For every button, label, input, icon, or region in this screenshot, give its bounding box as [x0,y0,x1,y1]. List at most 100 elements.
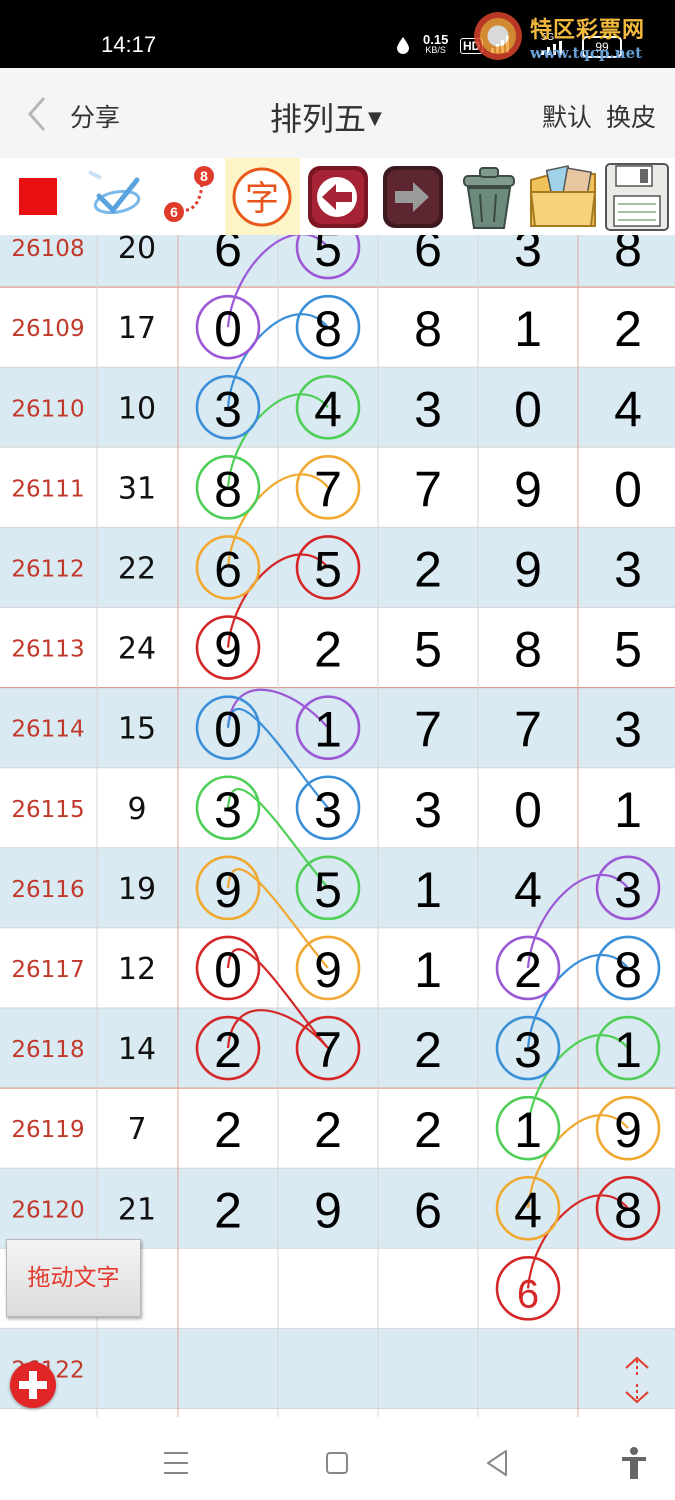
drawing-toolbar: 6 8 字 [0,158,675,236]
red-square-tool[interactable] [0,158,75,235]
digit-cell[interactable]: 6 [414,1182,442,1238]
digit-cell[interactable]: 6 [517,1272,539,1316]
digit-cell[interactable]: 9 [614,1102,642,1158]
digit-cell[interactable]: 3 [514,1022,542,1078]
digit-cell[interactable]: 3 [414,381,442,437]
digit-cell[interactable]: 9 [514,461,542,517]
digit-cell[interactable]: 7 [314,461,342,517]
recent-apps-button[interactable] [156,1443,196,1483]
sum-value: 31 [118,471,156,506]
digit-cell[interactable]: 0 [514,782,542,838]
sum-value: 15 [118,712,156,747]
digit-cell[interactable]: 4 [614,381,642,437]
digit-cell[interactable]: 1 [414,862,442,918]
home-button[interactable] [317,1443,357,1483]
digit-cell[interactable]: 3 [614,862,642,918]
digit-cell[interactable]: 9 [214,862,242,918]
digit-cell[interactable]: 0 [214,942,242,998]
digit-cell[interactable]: 5 [314,235,342,277]
digit-cell[interactable]: 0 [214,301,242,357]
digit-cell[interactable]: 9 [514,541,542,597]
digit-cell[interactable]: 2 [214,1022,242,1078]
save-tool[interactable] [600,158,675,235]
digit-cell[interactable]: 2 [214,1102,242,1158]
lottery-type-selector[interactable]: 排列五 ▼ [270,94,382,140]
digit-cell[interactable]: 6 [414,235,442,277]
digit-cell[interactable]: 1 [614,782,642,838]
gallery-tool[interactable] [525,158,600,235]
undo-tool[interactable] [300,158,375,235]
redo-tool[interactable] [375,158,450,235]
digit-cell[interactable]: 2 [314,622,342,678]
digit-cell[interactable]: 2 [414,1102,442,1158]
digit-cell[interactable]: 1 [514,301,542,357]
digit-cell[interactable]: 1 [314,702,342,758]
digit-cell[interactable]: 3 [314,782,342,838]
digit-cell[interactable]: 4 [514,1182,542,1238]
digit-cell[interactable]: 6 [214,235,242,277]
digit-cell[interactable]: 2 [614,301,642,357]
digit-cell[interactable]: 2 [514,942,542,998]
digit-cell[interactable]: 5 [314,862,342,918]
expand-collapse-button[interactable] [620,1354,654,1406]
back-button[interactable] [22,94,52,134]
digit-cell[interactable]: 1 [414,942,442,998]
digit-cell[interactable]: 5 [614,622,642,678]
digit-cell[interactable]: 7 [414,461,442,517]
network-speed-unit: KB/S [425,45,446,55]
accessibility-button[interactable] [614,1443,654,1483]
digit-cell[interactable]: 1 [614,1022,642,1078]
digit-cell[interactable]: 8 [414,301,442,357]
digit-cell[interactable]: 8 [214,461,242,517]
digit-cell[interactable]: 9 [214,622,242,678]
digit-cell[interactable]: 3 [214,782,242,838]
digit-cell[interactable]: 5 [414,622,442,678]
digit-cell[interactable]: 8 [314,301,342,357]
issue-number: 26112 [11,556,84,582]
skin-button[interactable]: 换皮 [606,98,656,134]
digit-cell[interactable]: 8 [614,235,642,277]
digit-cell[interactable]: 7 [414,702,442,758]
status-time: 14:17 [101,32,157,57]
issue-number: 26113 [11,637,84,663]
connect-num-b: 8 [200,168,208,184]
digit-cell[interactable]: 9 [314,942,342,998]
digit-cell[interactable]: 2 [414,541,442,597]
digit-cell[interactable]: 3 [614,702,642,758]
digit-cell[interactable]: 1 [514,1102,542,1158]
digit-cell[interactable]: 3 [614,541,642,597]
add-button[interactable] [10,1362,56,1408]
app-header: 分享 排列五 ▼ 默认 换皮 [0,68,675,159]
data-saver-icon [396,36,410,54]
check-pen-tool[interactable] [75,158,150,235]
digit-cell[interactable]: 3 [514,235,542,277]
digit-cell[interactable]: 4 [314,381,342,437]
digit-cell[interactable]: 0 [614,461,642,517]
digit-cell[interactable]: 9 [314,1182,342,1238]
trash-tool[interactable] [450,158,525,235]
digit-cell[interactable]: 3 [414,782,442,838]
share-button[interactable]: 分享 [70,98,120,134]
digit-cell[interactable]: 8 [514,622,542,678]
default-button[interactable]: 默认 [542,98,592,134]
digit-cell[interactable]: 6 [214,541,242,597]
digit-cell[interactable]: 7 [514,702,542,758]
digit-cell[interactable]: 4 [514,862,542,918]
digit-cell[interactable]: 0 [214,702,242,758]
digit-cell[interactable]: 2 [414,1022,442,1078]
text-tool[interactable]: 字 [225,158,300,235]
digit-cell[interactable]: 5 [314,541,342,597]
digit-cell[interactable]: 2 [214,1182,242,1238]
digit-cell[interactable]: 8 [614,1182,642,1238]
digit-cell[interactable]: 2 [314,1102,342,1158]
digit-cell[interactable]: 8 [614,942,642,998]
digit-cell[interactable]: 3 [214,381,242,437]
system-nav-bar [0,1417,675,1500]
floppy-disk-icon [605,163,669,231]
digit-cell[interactable]: 0 [514,381,542,437]
back-nav-button[interactable] [478,1443,518,1483]
issue-number: 26115 [11,797,84,823]
connect-numbers-tool[interactable]: 6 8 [150,158,225,235]
drag-text-button[interactable]: 拖动文字 [6,1239,141,1317]
digit-cell[interactable]: 7 [314,1022,342,1078]
